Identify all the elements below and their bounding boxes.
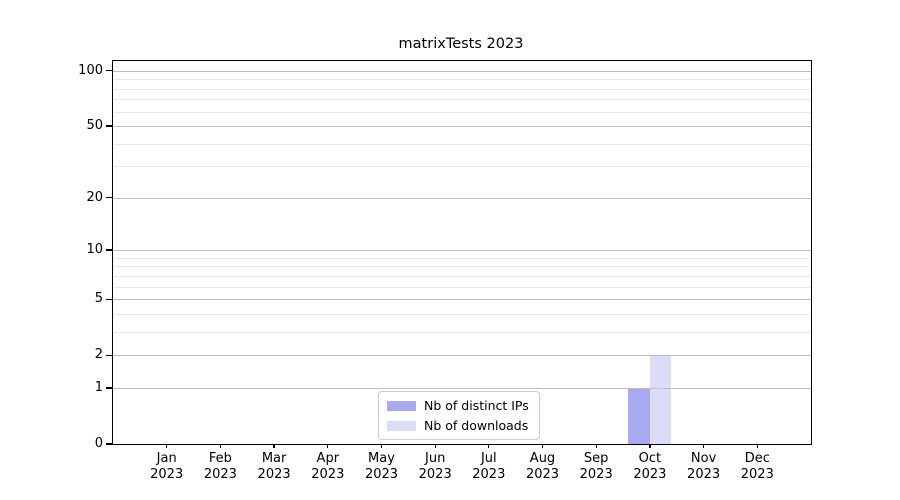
x-axis-tick: [219, 444, 221, 448]
x-axis-tick: [166, 444, 168, 448]
x-axis-tick: [649, 444, 651, 448]
x-tick-label: Jan 2023: [150, 451, 184, 482]
gridline-major: [113, 70, 811, 72]
legend-row: Nb of downloads: [387, 418, 529, 433]
bar-nb-of-downloads: [649, 355, 672, 444]
gridline-major: [113, 355, 811, 357]
x-tick-label: Nov 2023: [687, 451, 721, 482]
y-axis-tick: [106, 249, 113, 251]
y-axis-tick: [106, 70, 113, 72]
y-tick-label: 100: [78, 62, 103, 78]
x-axis-tick: [380, 444, 383, 448]
gridline-minor: [113, 166, 811, 168]
y-tick-label: 20: [86, 189, 103, 205]
legend-label: Nb of downloads: [424, 418, 529, 433]
x-axis-tick: [541, 444, 544, 448]
gridline-minor: [113, 286, 811, 288]
x-axis-tick: [327, 444, 329, 448]
y-axis-tick: [106, 354, 113, 356]
legend-swatch: [387, 420, 416, 431]
legend-label: Nb of distinct IPs: [424, 398, 529, 413]
y-axis-tick: [106, 443, 113, 445]
y-tick-label: 1: [94, 379, 103, 395]
y-tick-label: 5: [94, 291, 103, 307]
legend: Nb of distinct IPs Nb of downloads: [378, 391, 540, 440]
legend-swatch: [387, 400, 416, 411]
y-axis-tick: [106, 387, 113, 389]
x-axis-tick: [488, 444, 490, 448]
bar-nb-of-distinct-ips: [628, 387, 650, 444]
y-tick-label: 2: [94, 347, 103, 363]
x-axis-tick: [756, 444, 758, 448]
y-axis-tick: [106, 298, 113, 300]
y-tick-label: 0: [94, 436, 103, 451]
x-axis-tick: [273, 444, 275, 448]
figure: matrixTests 2023 Nb of distinct IPs Nb of…: [0, 0, 900, 500]
legend-row: Nb of distinct IPs: [387, 398, 529, 413]
gridline-minor: [113, 88, 811, 90]
y-axis-tick: [106, 125, 113, 127]
gridline-major: [113, 299, 811, 301]
x-tick-label: May 2023: [364, 451, 399, 482]
x-tick-label: Aug 2023: [525, 451, 560, 482]
x-axis-tick: [703, 444, 705, 448]
x-tick-label: Jul 2023: [472, 451, 506, 482]
x-tick-label: Sep 2023: [579, 451, 613, 482]
x-tick-label: Apr 2023: [311, 451, 345, 482]
gridline-major: [113, 250, 811, 252]
gridline-minor: [113, 331, 811, 333]
gridline-major: [113, 197, 811, 199]
gridline-minor: [113, 99, 811, 101]
gridline-minor: [113, 313, 811, 315]
y-tick-label: 10: [86, 242, 103, 258]
x-axis-tick: [595, 444, 597, 448]
gridline-minor: [113, 79, 811, 81]
gridline-minor: [113, 266, 811, 268]
x-tick-label: Feb 2023: [203, 451, 237, 482]
y-tick-label: 50: [86, 118, 103, 133]
gridline-major: [113, 126, 811, 127]
chart-title: matrixTests 2023: [398, 36, 524, 52]
x-tick-label: Oct 2023: [633, 451, 667, 482]
gridline-minor: [113, 143, 811, 145]
gridline-major: [113, 387, 811, 389]
x-tick-label: Mar 2023: [257, 451, 291, 482]
x-tick-label: Dec 2023: [740, 451, 774, 482]
x-tick-label: Jun 2023: [418, 451, 452, 482]
x-axis-tick: [434, 444, 436, 448]
gridline-minor: [113, 257, 811, 259]
plot-area: Nb of distinct IPs Nb of downloads 0 1 2 5 10…: [78, 60, 812, 482]
y-axis-tick: [106, 197, 113, 199]
gridline-minor: [113, 111, 811, 113]
gridline-minor: [113, 275, 811, 277]
